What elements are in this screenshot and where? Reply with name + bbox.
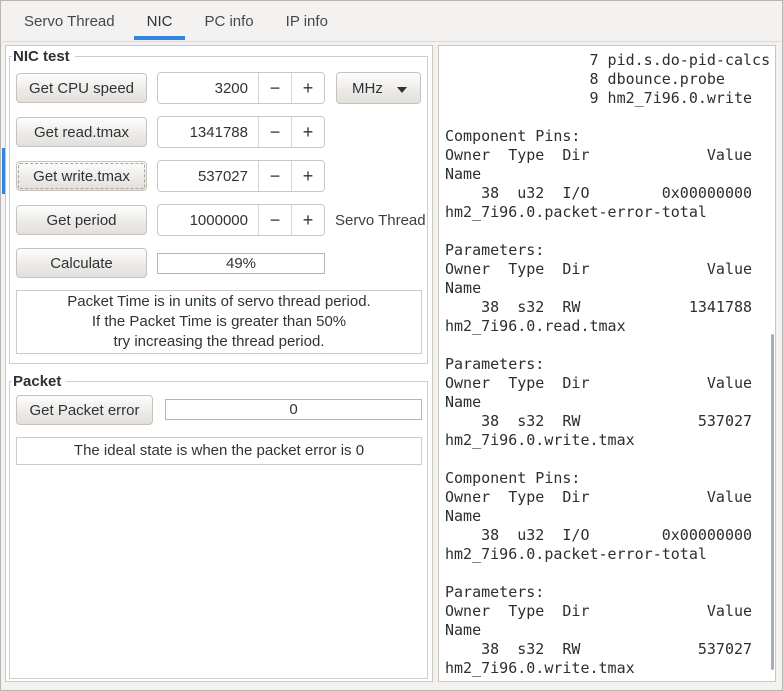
write-tmax-decrement-button[interactable]: − [258,161,291,191]
packet-error-note: The ideal state is when the packet error… [16,437,422,465]
calculate-button[interactable]: Calculate [16,248,147,278]
packet-time-note-line3: try increasing the thread period. [113,333,325,350]
hal-output-panel[interactable]: 7 pid.s.do-pid-calcs 8 dbounce.probe 9 h… [438,45,776,682]
hal-output-text[interactable]: 7 pid.s.do-pid-calcs 8 dbounce.probe 9 h… [439,46,775,678]
period-decrement-button[interactable]: − [258,205,291,235]
left-scrollbar-thumb[interactable] [2,148,5,194]
packet-error-field[interactable]: 0 [165,399,422,420]
period-spinbox: 1000000 − + [157,204,325,236]
get-packet-error-button[interactable]: Get Packet error [16,395,153,425]
get-cpu-speed-button[interactable]: Get CPU speed [16,73,147,103]
read-tmax-spinbox: 1341788 − + [157,116,325,148]
packet-group: Packet Get Packet error 0 The ideal stat… [9,372,428,679]
app-window: Servo Thread NIC PC info IP info NIC tes… [0,0,783,691]
nic-test-group-title: NIC test [12,47,75,66]
cpu-speed-value[interactable]: 3200 [158,73,258,103]
cpu-speed-spinbox: 3200 − + [157,72,325,104]
nic-tab-panel: NIC test Get CPU speed 3200 − + MHz Get … [5,45,433,682]
cpu-speed-unit-dropdown[interactable]: MHz [336,72,421,104]
tab-ip-info[interactable]: IP info [273,2,341,41]
write-tmax-increment-button[interactable]: + [291,161,324,191]
period-increment-button[interactable]: + [291,205,324,235]
write-tmax-value[interactable]: 537027 [158,161,258,191]
packet-time-note: Packet Time is in units of servo thread … [16,290,422,354]
packet-time-progressbar: 49% [157,253,325,274]
output-scrollbar-thumb[interactable] [771,334,774,670]
period-value[interactable]: 1000000 [158,205,258,235]
read-tmax-increment-button[interactable]: + [291,117,324,147]
get-read-tmax-button[interactable]: Get read.tmax [16,117,147,147]
tab-bar: Servo Thread NIC PC info IP info [2,2,781,42]
tab-nic[interactable]: NIC [133,2,186,41]
servo-thread-label: Servo Thread [335,211,426,229]
read-tmax-decrement-button[interactable]: − [258,117,291,147]
packet-time-note-line1: Packet Time is in units of servo thread … [67,293,371,310]
get-period-button[interactable]: Get period [16,205,147,235]
tab-servo-thread[interactable]: Servo Thread [11,2,128,41]
cpu-speed-decrement-button[interactable]: − [258,73,291,103]
packet-error-note-line: The ideal state is when the packet error… [73,442,365,459]
write-tmax-spinbox: 537027 − + [157,160,325,192]
chevron-down-icon [397,87,407,93]
tab-pc-info[interactable]: PC info [191,2,266,41]
cpu-speed-unit-value: MHz [352,79,383,97]
packet-group-title: Packet [12,372,67,391]
cpu-speed-increment-button[interactable]: + [291,73,324,103]
read-tmax-value[interactable]: 1341788 [158,117,258,147]
get-write-tmax-button[interactable]: Get write.tmax [16,161,147,191]
nic-test-group: NIC test Get CPU speed 3200 − + MHz Get … [9,47,428,364]
packet-time-note-line2: If the Packet Time is greater than 50% [91,313,347,330]
